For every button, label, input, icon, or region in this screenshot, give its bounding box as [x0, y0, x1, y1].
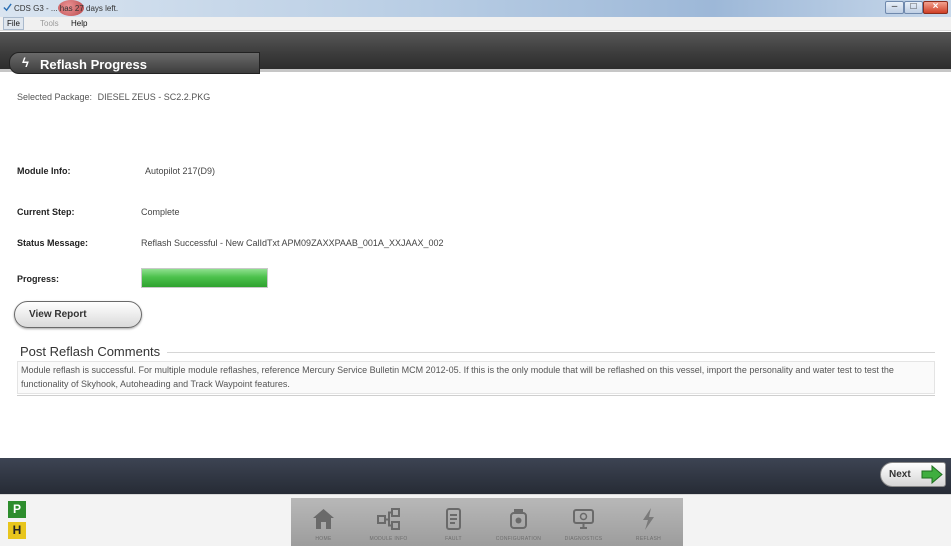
page-title: Reflash Progress	[40, 57, 147, 72]
fault-icon	[446, 508, 461, 530]
maximize-button[interactable]: □	[904, 1, 923, 14]
footer-bar: Next	[0, 458, 951, 494]
module-tree-icon	[377, 508, 400, 530]
nav-strip: HOME MODULE INFO FAULT CONFIGURATION DIA…	[291, 498, 683, 546]
comments-title-rule	[167, 352, 935, 353]
nav-home-label: HOME	[315, 536, 332, 542]
nav-diagnostics[interactable]: DIAGNOSTICS	[551, 498, 616, 546]
status-message-label: Status Message:	[17, 238, 89, 248]
main-content: Selected Package: DIESEL ZEUS - SC2.2.PK…	[0, 78, 951, 458]
nav-module-info[interactable]: MODULE INFO	[356, 498, 421, 546]
lightning-bolt-icon: ϟ	[22, 55, 29, 70]
menu-help[interactable]: Help	[68, 18, 90, 29]
minimize-button[interactable]: –	[885, 1, 904, 14]
close-icon: ×	[932, 1, 939, 12]
progress-bar-fill	[142, 269, 267, 287]
nav-diagnostics-label: DIAGNOSTICS	[564, 536, 603, 542]
maximize-icon: □	[910, 1, 917, 12]
post-reflash-comments: Post Reflash Comments Module reflash is …	[17, 342, 935, 396]
nav-reflash[interactable]: REFLASH	[616, 498, 681, 546]
close-button[interactable]: ×	[923, 1, 948, 14]
nav-home[interactable]: HOME	[291, 498, 356, 546]
mode-h-indicator[interactable]: H	[8, 522, 26, 539]
lightning-bolt-icon	[643, 508, 654, 530]
window-title-text: CDS G3 - ... has 27 days left.	[14, 4, 119, 13]
module-info-value: Autopilot 217(D9)	[145, 166, 216, 176]
nav-configuration-label: CONFIGURATION	[495, 536, 542, 542]
selected-package-value: DIESEL ZEUS - SC2.2.PKG	[97, 92, 211, 102]
nav-module-info-label: MODULE INFO	[369, 536, 408, 542]
mode-p-indicator[interactable]: P	[8, 501, 26, 518]
nav-fault-label: FAULT	[445, 536, 462, 542]
minimize-icon: –	[891, 1, 898, 12]
progress-row: Progress:	[17, 268, 317, 290]
next-button[interactable]: Next	[880, 462, 946, 487]
comments-body: Module reflash is successful. For multip…	[17, 361, 935, 394]
menu-file[interactable]: File	[3, 17, 24, 30]
progress-bar	[141, 268, 268, 288]
bottom-nav-bar: P H HOME MODULE INFO FAULT CONFIGURATION…	[0, 494, 951, 546]
home-icon	[313, 509, 334, 529]
app-icon	[3, 3, 12, 12]
green-arrow-right-icon	[921, 465, 943, 484]
engine-icon	[510, 509, 527, 529]
menu-tools[interactable]: Tools	[37, 18, 62, 29]
next-button-label: Next	[889, 469, 911, 480]
nav-reflash-label: REFLASH	[635, 536, 662, 542]
title-bar: CDS G3 - ... has 27 days left. – □ ×	[0, 0, 951, 17]
monitor-icon	[573, 509, 594, 529]
view-report-button[interactable]: View Report	[14, 301, 142, 328]
selected-package-label: Selected Package:	[17, 92, 93, 102]
current-step-value: Complete	[141, 207, 180, 217]
status-message-value: Reflash Successful - New CalIdTxt APM09Z…	[141, 238, 444, 248]
comments-title: Post Reflash Comments	[20, 344, 161, 359]
selected-package: Selected Package: DIESEL ZEUS - SC2.2.PK…	[17, 92, 210, 102]
window-title: CDS G3 - ... has 27 days left.	[3, 3, 118, 13]
page-header-tab: ϟ Reflash Progress	[9, 52, 260, 74]
menu-bar: File Tools Help	[0, 17, 951, 31]
nav-fault[interactable]: FAULT	[421, 498, 486, 546]
module-info-label: Module Info:	[17, 166, 71, 176]
current-step-label: Current Step:	[17, 207, 75, 217]
progress-label: Progress:	[17, 274, 60, 284]
nav-configuration[interactable]: CONFIGURATION	[486, 498, 551, 546]
